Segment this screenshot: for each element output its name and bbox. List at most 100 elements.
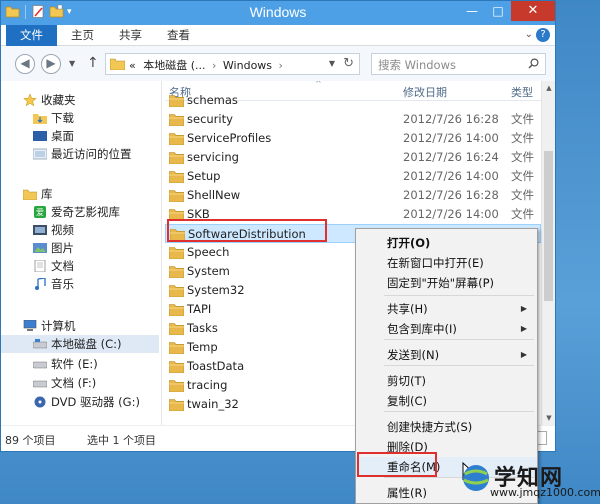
nav-libraries[interactable]: 库 <box>23 185 53 203</box>
recent-locations-chevron-icon[interactable]: ▼ <box>69 59 75 68</box>
menu-item[interactable]: 包含到库中(I) ▶ <box>356 319 537 339</box>
up-arrow-icon[interactable]: ↑ <box>87 55 99 71</box>
nav-label: 音乐 <box>51 277 74 291</box>
nav-favorites[interactable]: 收藏夹 <box>23 91 76 109</box>
folder-icon <box>169 247 184 259</box>
sort-ascending-icon: ^ <box>315 81 322 88</box>
refresh-icon[interactable]: ↻ <box>343 56 354 71</box>
nav-downloads[interactable]: 下载 <box>33 109 74 127</box>
folder-icon <box>169 114 184 126</box>
nav-iqiyi-library[interactable]: 爱爱奇艺影视库 <box>33 203 120 221</box>
menu-separator <box>384 365 534 366</box>
menu-item[interactable]: 复制(C) <box>356 391 537 411</box>
submenu-arrow-icon: ▶ <box>520 324 527 333</box>
file-name: ServiceProfiles <box>187 131 272 145</box>
breadcrumb-separator-icon[interactable]: › <box>212 59 216 72</box>
desktop-icon <box>33 131 47 141</box>
close-button[interactable]: ✕ <box>511 1 555 21</box>
nav-videos[interactable]: 视频 <box>33 221 74 239</box>
expand-ribbon-icon[interactable]: ⌄ <box>525 29 533 40</box>
list-item[interactable]: ShellNew 2012/7/26 16:28 文件 <box>165 186 541 205</box>
breadcrumb-windows[interactable]: Windows <box>223 59 272 72</box>
address-toolbar: ◀ ▶ ▼ ↑ « 本地磁盘 (... › Windows › ▼ ↻ 搜索 W… <box>1 46 555 81</box>
globe-logo-icon <box>463 465 489 491</box>
list-item[interactable]: servicing 2012/7/26 16:24 文件 <box>165 148 541 167</box>
title-bar: ▾ Windows — □ ✕ <box>1 1 555 25</box>
address-dropdown-icon[interactable]: ▼ <box>329 59 335 68</box>
file-name: ToastData <box>187 359 245 373</box>
file-name: twain_32 <box>187 397 239 411</box>
maximize-button[interactable]: □ <box>485 1 511 21</box>
list-item[interactable]: schemas <box>165 91 541 110</box>
file-type: 文件 <box>511 131 534 145</box>
file-date: 2012/7/26 14:00 <box>403 131 499 145</box>
watermark-logo: 学知网 www.jmqz1000.com <box>460 458 600 502</box>
tab-home[interactable]: 主页 <box>59 25 106 46</box>
nav-drive-f[interactable]: 文档 (F:) <box>33 374 96 392</box>
nav-recent-places[interactable]: 最近访问的位置 <box>33 145 132 163</box>
file-type: 文件 <box>511 112 534 126</box>
search-icon[interactable] <box>528 58 539 69</box>
menu-separator <box>384 339 534 340</box>
drive-icon <box>33 380 47 388</box>
search-box[interactable]: 搜索 Windows <box>371 53 546 75</box>
scroll-down-icon[interactable]: ▼ <box>542 411 556 425</box>
menu-item[interactable]: 固定到"开始"屏幕(P) <box>356 273 537 293</box>
folder-icon <box>110 58 125 70</box>
nav-label: DVD 驱动器 (G:) <box>51 395 140 409</box>
pictures-icon <box>33 243 47 253</box>
address-bar[interactable]: « 本地磁盘 (... › Windows › ▼ ↻ <box>105 53 360 75</box>
item-count: 89 个项目 <box>5 434 56 447</box>
nav-label: 下载 <box>51 111 74 125</box>
star-icon <box>23 94 37 106</box>
breadcrumb-local-disk[interactable]: 本地磁盘 (... <box>143 59 205 72</box>
list-item[interactable]: security 2012/7/26 16:28 文件 <box>165 110 541 129</box>
breadcrumb-separator-icon[interactable]: › <box>279 59 283 72</box>
menu-item-label: 剪切(T) <box>387 374 426 388</box>
nav-label: 文档 (F:) <box>51 376 97 390</box>
help-icon[interactable]: ? <box>536 28 550 42</box>
menu-item[interactable]: 打开(O) <box>356 233 537 253</box>
tab-view[interactable]: 查看 <box>155 25 202 46</box>
file-date: 2012/7/26 16:28 <box>403 112 499 126</box>
scroll-thumb[interactable] <box>544 151 553 301</box>
list-item[interactable]: ServiceProfiles 2012/7/26 14:00 文件 <box>165 129 541 148</box>
menu-item-label: 打开(O) <box>387 236 431 250</box>
forward-button[interactable]: ▶ <box>41 54 61 74</box>
nav-desktop[interactable]: 桌面 <box>33 127 74 145</box>
folder-icon <box>169 361 184 373</box>
nav-computer[interactable]: 计算机 <box>23 317 76 335</box>
ribbon-tabs: 文件 主页 共享 查看 ⌄ ? <box>1 25 555 46</box>
nav-drive-g[interactable]: DVD 驱动器 (G:) <box>33 393 140 411</box>
tab-share[interactable]: 共享 <box>107 25 154 46</box>
nav-documents[interactable]: 文档 <box>33 257 74 275</box>
vertical-scrollbar[interactable]: ▲ ▼ <box>541 81 555 425</box>
drive-icon <box>33 361 47 369</box>
back-button[interactable]: ◀ <box>15 54 35 74</box>
folder-icon <box>169 285 184 297</box>
scroll-up-icon[interactable]: ▲ <box>542 81 556 95</box>
nav-drive-c[interactable]: 本地磁盘 (C:) <box>1 335 159 353</box>
list-item[interactable]: Setup 2012/7/26 14:00 文件 <box>165 167 541 186</box>
nav-pictures[interactable]: 图片 <box>33 239 74 257</box>
submenu-arrow-icon: ▶ <box>520 350 527 359</box>
folder-icon <box>169 95 184 107</box>
dvd-drive-icon <box>34 396 46 408</box>
nav-music[interactable]: 音乐 <box>33 275 74 293</box>
minimize-button[interactable]: — <box>459 1 485 21</box>
menu-item[interactable]: 剪切(T) <box>356 371 537 391</box>
menu-item[interactable]: 发送到(N) ▶ <box>356 345 537 365</box>
breadcrumb-overflow[interactable]: « <box>129 59 136 72</box>
menu-item[interactable]: 创建快捷方式(S) <box>356 417 537 437</box>
menu-item[interactable]: 在新窗口中打开(E) <box>356 253 537 273</box>
computer-icon <box>23 320 37 331</box>
nav-drive-e[interactable]: 软件 (E:) <box>33 355 98 373</box>
documents-icon <box>34 260 46 272</box>
folder-icon <box>169 133 184 145</box>
file-date: 2012/7/26 14:00 <box>403 169 499 183</box>
tab-file[interactable]: 文件 <box>6 25 57 46</box>
menu-item[interactable]: 共享(H) ▶ <box>356 299 537 319</box>
annotation-box-rename <box>357 452 437 477</box>
nav-label: 桌面 <box>51 129 74 143</box>
library-icon <box>23 189 37 200</box>
